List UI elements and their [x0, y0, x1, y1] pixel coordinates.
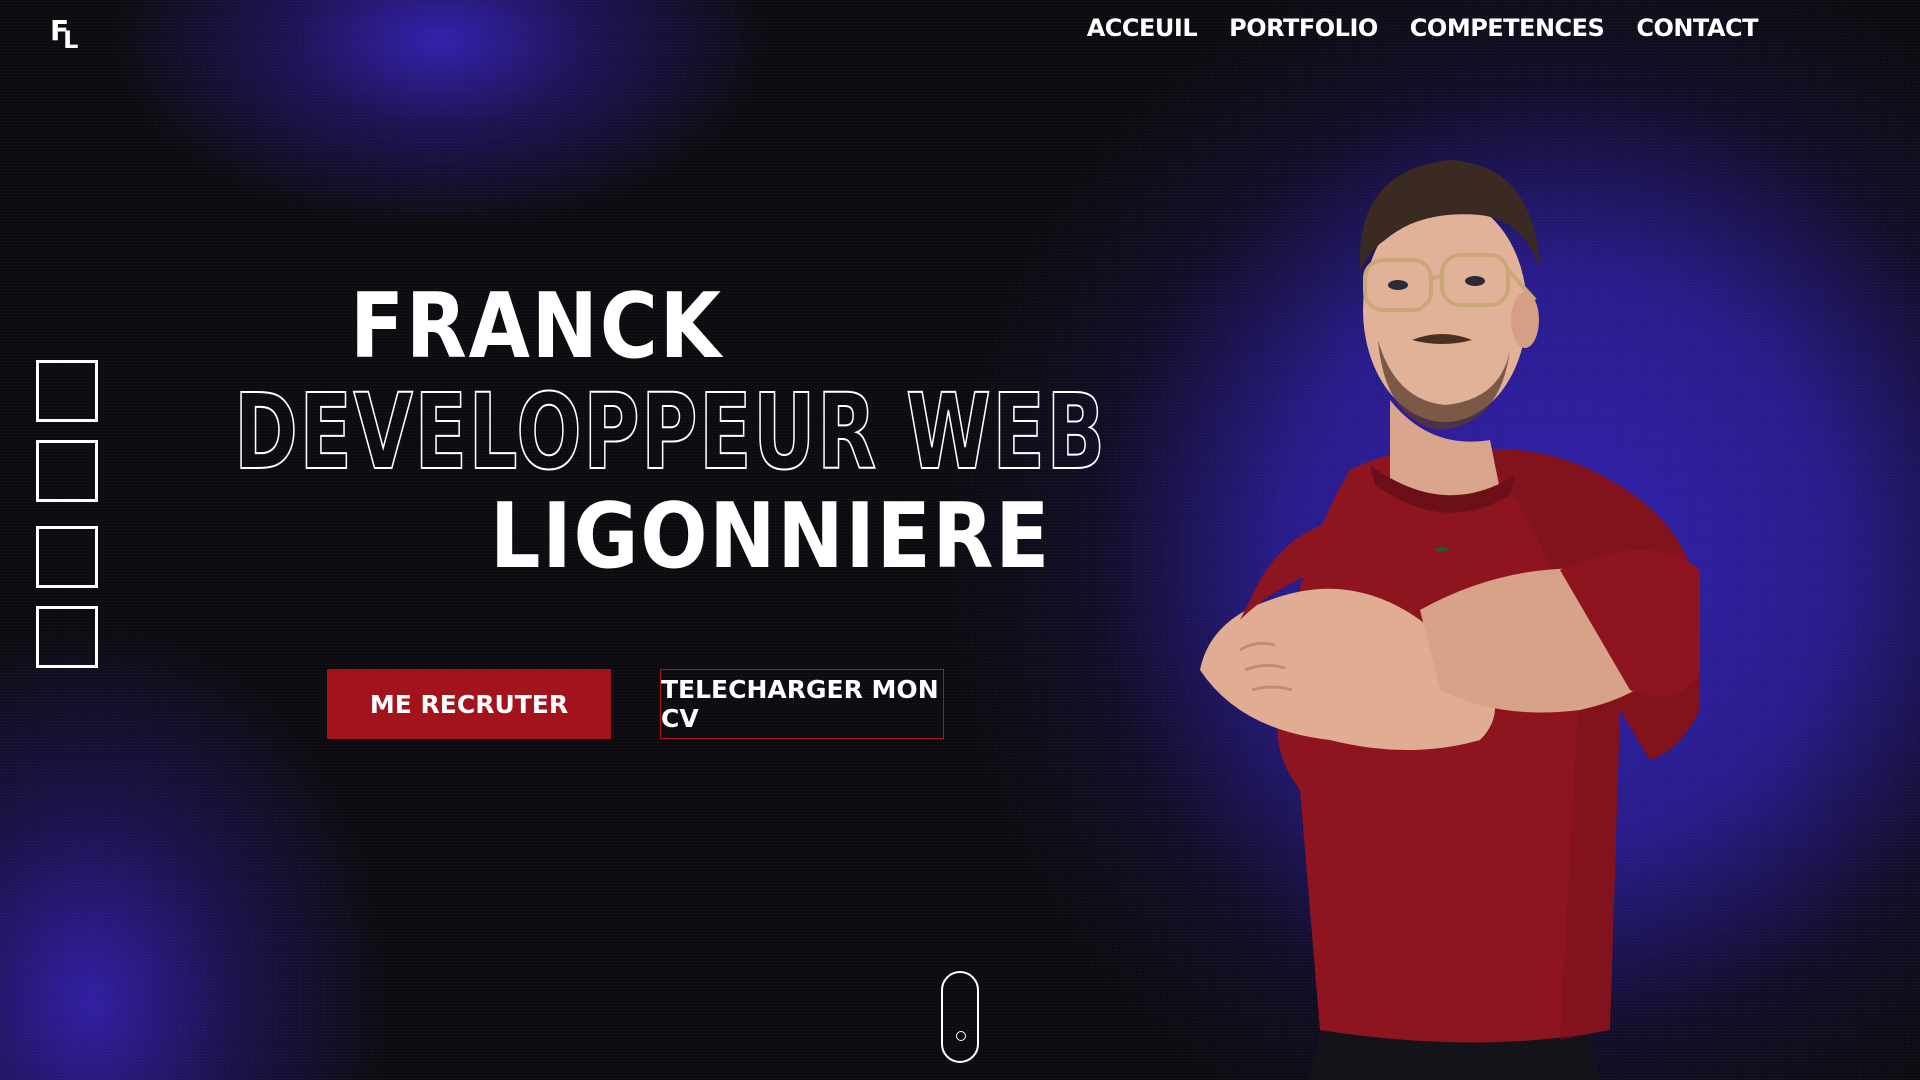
main-nav: ACCEUIL PORTFOLIO COMPETENCES CONTACT: [1087, 14, 1759, 42]
mouse-scroll-icon[interactable]: [941, 971, 979, 1063]
scroll-wheel-dot: [956, 1031, 966, 1041]
hero-page: FL ACCEUIL PORTFOLIO COMPETENCES CONTACT…: [0, 0, 1920, 1080]
social-link-1-icon[interactable]: [36, 360, 98, 422]
social-links: [36, 360, 98, 668]
nav-item-acceuil[interactable]: ACCEUIL: [1087, 14, 1198, 42]
profile-photo: [1200, 160, 1700, 1080]
nav-item-portfolio[interactable]: PORTFOLIO: [1229, 14, 1378, 42]
nav-item-contact[interactable]: CONTACT: [1636, 14, 1758, 42]
hero-last-name: LIGONNIERE: [490, 484, 1052, 589]
social-link-4-icon[interactable]: [36, 606, 98, 668]
site-logo[interactable]: FL: [50, 14, 79, 54]
hero-role-title: DEVELOPPEUR WEB: [233, 371, 1107, 493]
social-link-2-icon[interactable]: [36, 440, 98, 502]
hire-me-button[interactable]: ME RECRUTER: [327, 669, 611, 739]
nav-item-competences[interactable]: COMPETENCES: [1410, 14, 1605, 42]
hero-first-name: FRANCK: [350, 274, 723, 379]
logo-letter-l: L: [63, 26, 78, 54]
download-cv-button[interactable]: TELECHARGER MON CV: [660, 669, 944, 739]
social-link-3-icon[interactable]: [36, 526, 98, 588]
logo-letter-f: F: [50, 14, 69, 47]
